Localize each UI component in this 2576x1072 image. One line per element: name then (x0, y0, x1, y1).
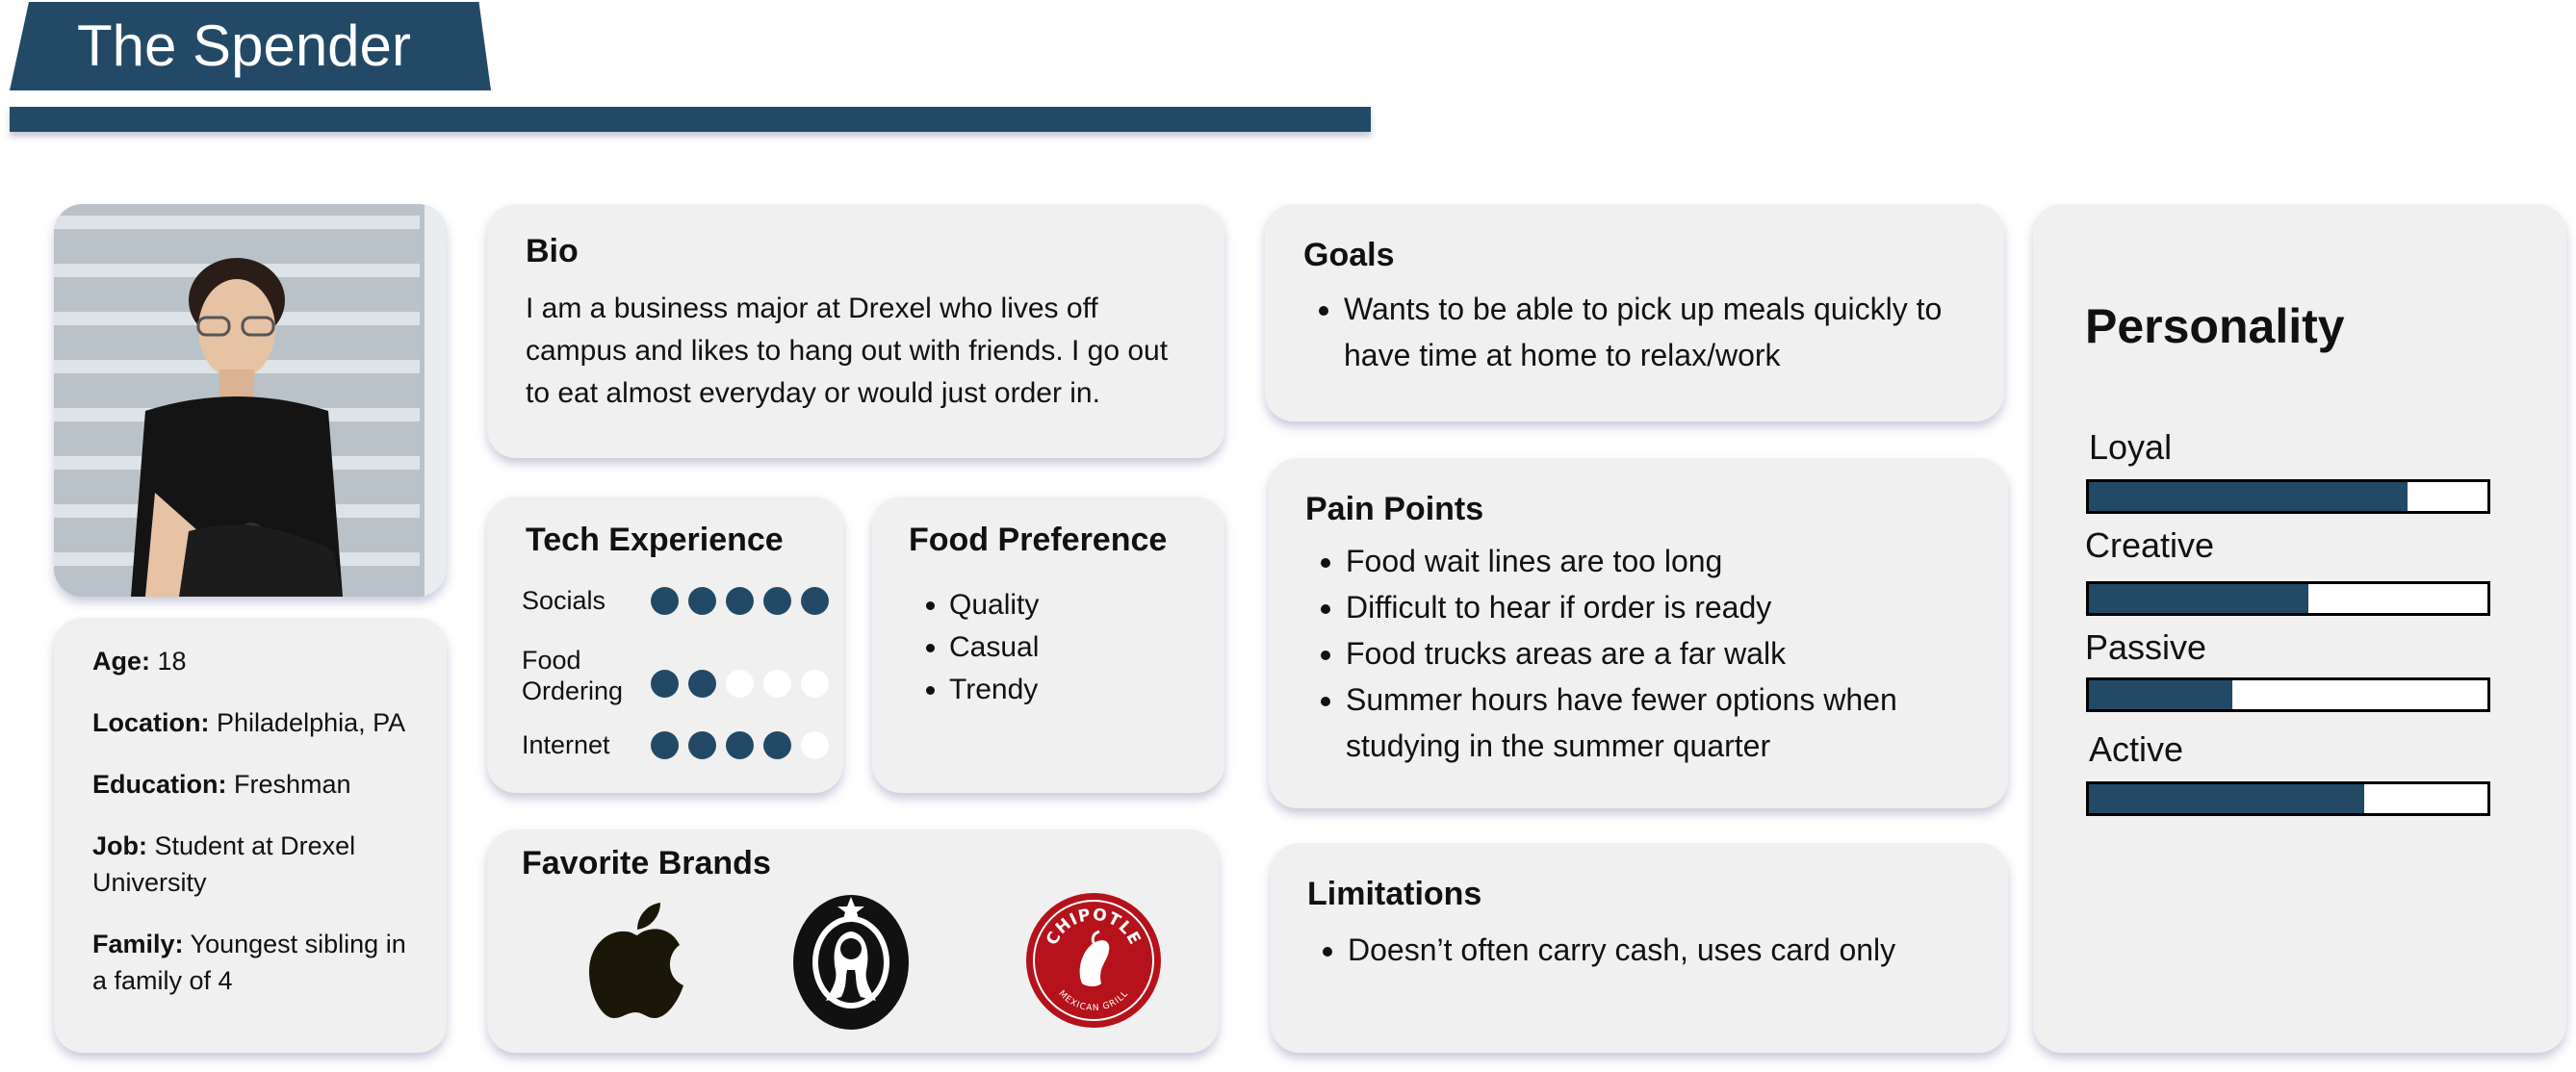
trait-label-active: Active (2089, 729, 2184, 769)
page-title: The Spender (77, 13, 411, 78)
rating-dot-empty (801, 670, 829, 698)
list-item: Trendy (949, 669, 1224, 711)
food-preference-list: Quality Casual Trendy (909, 584, 1224, 711)
apple-logo-icon (589, 903, 683, 1018)
list-item: Summer hours have fewer options when stu… (1346, 676, 1979, 769)
rating-dot-empty (726, 670, 754, 698)
rating-dot-empty (763, 670, 791, 698)
food-preference-card: Food Preference Quality Casual Trendy (872, 497, 1224, 793)
limitations-list: Doesn’t often carry cash, uses card only (1307, 927, 1979, 973)
favorite-brands-title: Favorite Brands (522, 845, 771, 881)
rating-dot-filled (688, 587, 716, 615)
trait-bar-loyal (2086, 479, 2490, 514)
rating-dot-filled (688, 670, 716, 698)
trait-bar-fill (2089, 680, 2233, 709)
rating-dot-filled (651, 731, 679, 759)
tech-label: Internet (522, 730, 610, 759)
detail-location: Location: Philadelphia, PA (92, 708, 406, 737)
detail-age: Age: 18 (92, 647, 187, 676)
rating-dot-filled (726, 731, 754, 759)
personality-card: Personality Loyal Creative Passive Activ… (2033, 204, 2566, 1053)
trait-label-creative: Creative (2085, 525, 2215, 565)
limitations-title: Limitations (1307, 876, 1482, 912)
trait-bar-fill (2089, 482, 2409, 511)
goals-title: Goals (1303, 237, 1395, 273)
trait-bar-active (2086, 781, 2490, 816)
profile-details-card: Age: 18 Location: Philadelphia, PA Educa… (54, 618, 447, 1053)
chipotle-logo-icon: CHIPOTLE MEXICAN GRILL (1026, 893, 1161, 1028)
detail-job: Job: Student at Drexel University (92, 831, 356, 897)
rating-dot-filled (651, 670, 679, 698)
list-item: Casual (949, 626, 1224, 669)
tech-label: Socials (522, 586, 606, 615)
tech-experience-card: Tech Experience Socials Food Ordering In… (487, 497, 843, 793)
favorite-brands-card: Favorite Brands CHIPOTLE MEXICAN GRILL (487, 830, 1219, 1053)
detail-education: Education: Freshman (92, 770, 351, 799)
trait-bar-fill (2089, 584, 2308, 613)
rating-dot-filled (801, 587, 829, 615)
rating-dot-filled (763, 587, 791, 615)
food-preference-title: Food Preference (909, 522, 1168, 558)
trait-bar-fill (2089, 784, 2364, 813)
tech-experience-title: Tech Experience (526, 522, 784, 558)
rating-dot-filled (726, 587, 754, 615)
list-item: Wants to be able to pick up meals quickl… (1344, 286, 1975, 378)
bio-title: Bio (526, 233, 579, 269)
rating-dots (651, 587, 829, 615)
title-underline-bar (10, 107, 1371, 132)
detail-family: Family: Youngest sibling in a family of … (92, 930, 406, 995)
goals-list: Wants to be able to pick up meals quickl… (1303, 286, 1975, 378)
list-item: Doesn’t often carry cash, uses card only (1348, 927, 1979, 973)
limitations-card: Limitations Doesn’t often carry cash, us… (1271, 843, 2008, 1053)
list-item: Difficult to hear if order is ready (1346, 584, 1979, 630)
trait-label-loyal: Loyal (2089, 427, 2173, 467)
rating-dot-empty (801, 731, 829, 759)
pain-points-card: Pain Points Food wait lines are too long… (1269, 458, 2008, 808)
trait-bar-passive (2086, 677, 2490, 712)
profile-photo (54, 204, 447, 597)
list-item: Quality (949, 584, 1224, 626)
bio-text: I am a business major at Drexel who live… (526, 293, 1169, 409)
personality-title: Personality (2085, 299, 2345, 353)
rating-dots (651, 731, 829, 759)
rating-dot-filled (763, 731, 791, 759)
tech-label: Food Ordering (522, 646, 624, 705)
trait-bar-creative (2086, 581, 2490, 616)
starbucks-logo-icon (793, 895, 909, 1030)
rating-dot-filled (688, 731, 716, 759)
list-item: Food wait lines are too long (1346, 538, 1979, 584)
person-portrait-icon (54, 204, 447, 597)
bio-card: Bio I am a business major at Drexel who … (487, 204, 1224, 458)
pain-points-list: Food wait lines are too long Difficult t… (1305, 538, 1979, 769)
rating-dots (651, 670, 829, 698)
list-item: Food trucks areas are a far walk (1346, 630, 1979, 676)
pain-points-title: Pain Points (1305, 491, 1484, 527)
goals-card: Goals Wants to be able to pick up meals … (1265, 204, 2004, 421)
rating-dot-filled (651, 587, 679, 615)
trait-label-passive: Passive (2085, 627, 2207, 667)
